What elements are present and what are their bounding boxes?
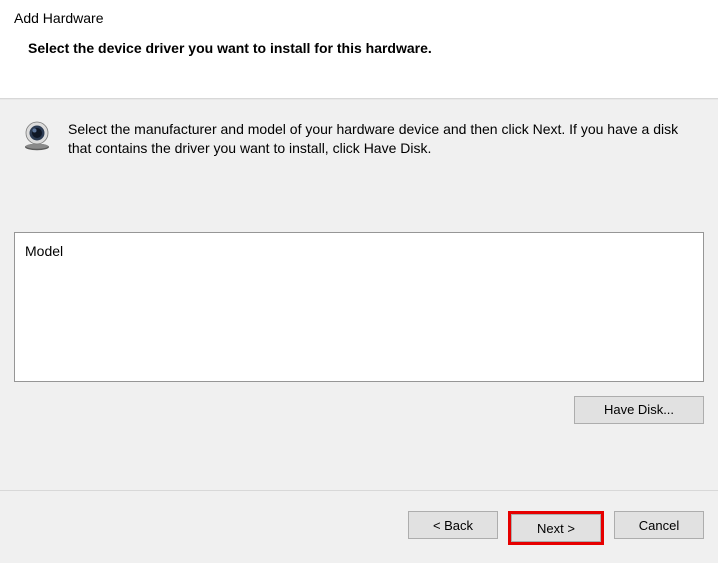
instruction-row: Select the manufacturer and model of you… — [14, 114, 704, 158]
instruction-text: Select the manufacturer and model of you… — [68, 118, 698, 158]
window-title: Add Hardware — [14, 10, 704, 26]
content-area: Select the manufacturer and model of you… — [0, 99, 718, 490]
title-bar: Add Hardware Select the device driver yo… — [0, 0, 718, 60]
have-disk-row: Have Disk... — [14, 382, 704, 442]
have-disk-button[interactable]: Have Disk... — [574, 396, 704, 424]
page-heading: Select the device driver you want to ins… — [14, 26, 704, 56]
cancel-button[interactable]: Cancel — [614, 511, 704, 539]
webcam-icon — [20, 118, 54, 152]
next-button-highlight: Next > — [508, 511, 604, 545]
add-hardware-wizard: Add Hardware Select the device driver yo… — [0, 0, 718, 563]
model-column-header: Model — [25, 243, 693, 259]
model-listbox[interactable]: Model — [14, 232, 704, 382]
wizard-footer: < Back Next > Cancel — [0, 490, 718, 563]
back-button[interactable]: < Back — [408, 511, 498, 539]
next-button[interactable]: Next > — [511, 514, 601, 542]
